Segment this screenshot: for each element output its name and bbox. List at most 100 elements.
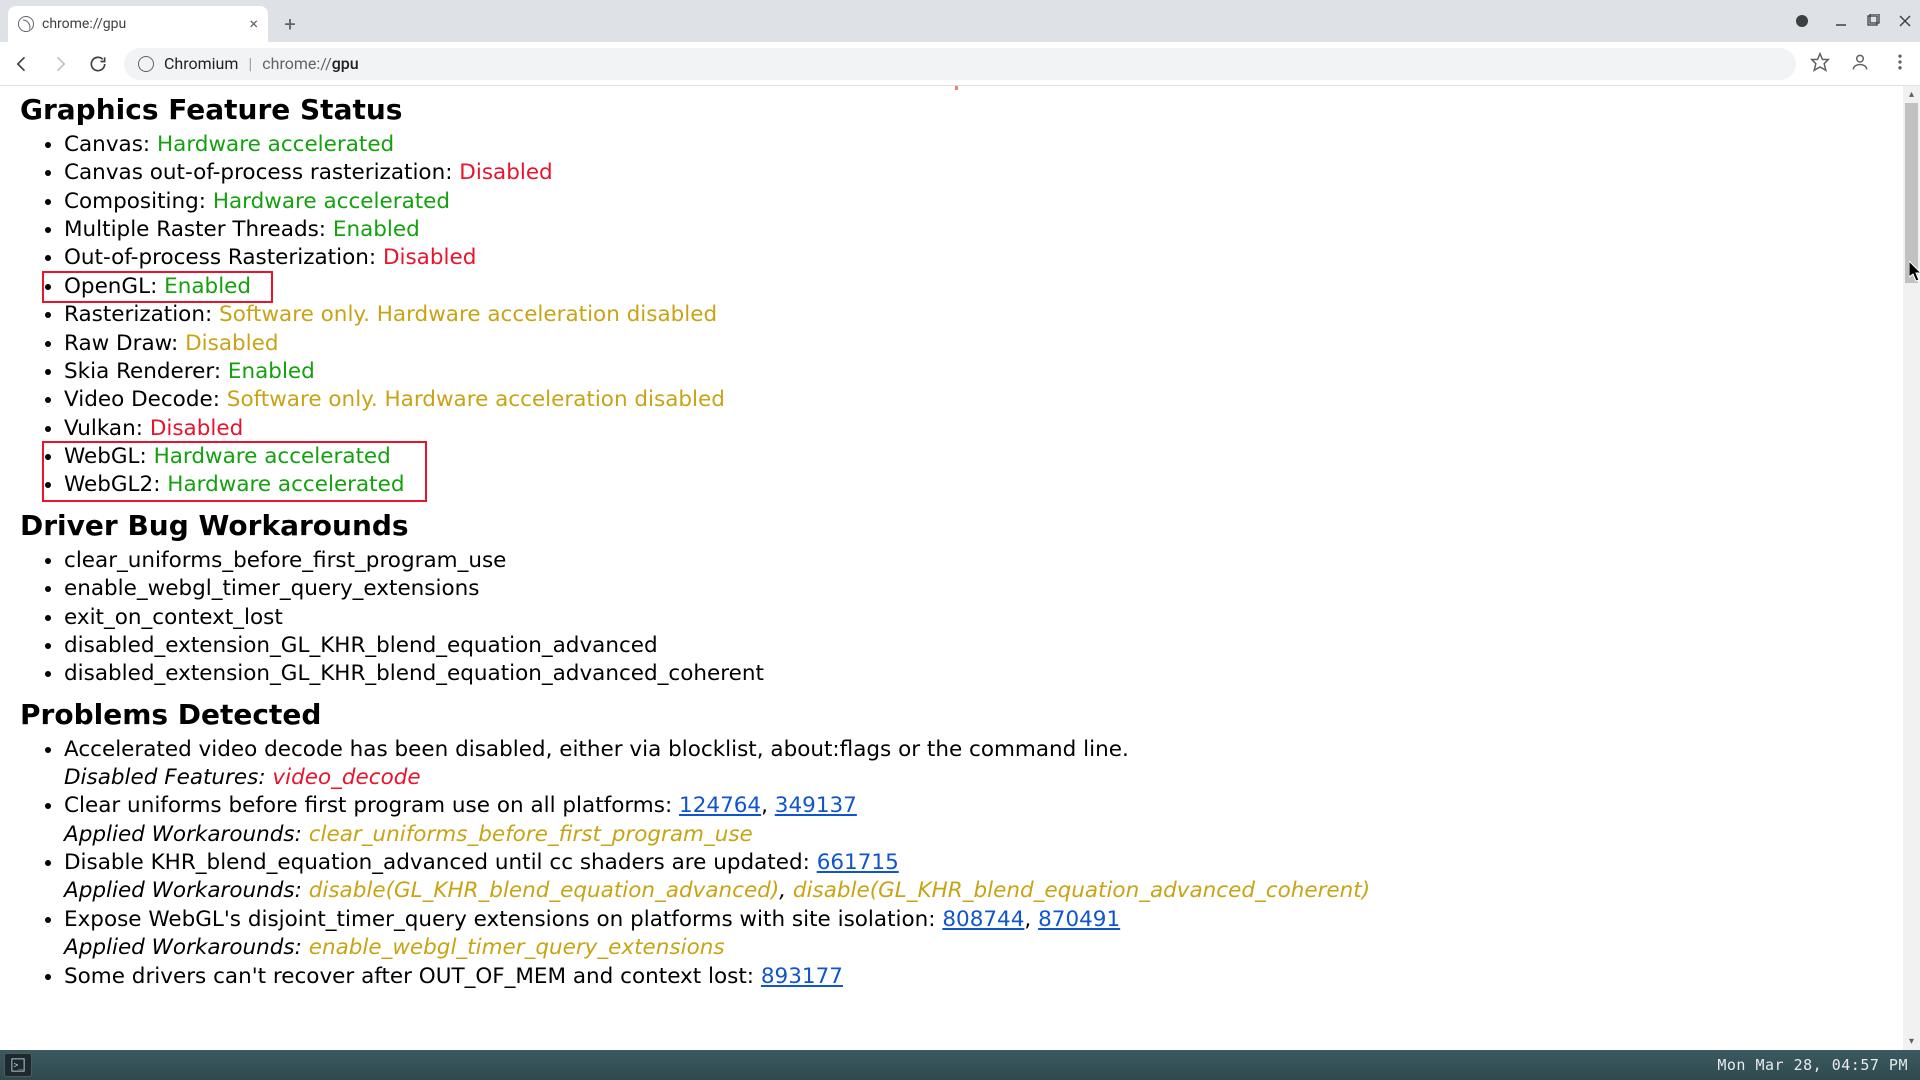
feature-status: Disabled [383,245,476,270]
bug-link[interactable]: 661715 [817,850,899,875]
feature-label: OpenGL: [64,274,164,299]
problem-note-value: disable(GL_KHR_blend_equation_advanced),… [309,878,1370,903]
feature-label: WebGL: [64,444,154,469]
heading-problems-detected: Problems Detected [20,697,1900,734]
feature-status: Hardware accelerated [167,472,404,497]
feature-item: WebGL2: Hardware accelerated [64,471,1900,499]
problem-note-label: Disabled Features: [64,765,272,790]
profile-indicator-icon[interactable] [1796,15,1808,27]
tab-bar: chrome://gpu × + [0,0,1920,42]
feature-label: Compositing: [64,189,213,214]
workaround-item: disabled_extension_GL_KHR_blend_equation… [64,660,1900,688]
desktop-taskbar: >_ Mon Mar 28, 04:57 PM [0,1050,1920,1080]
feature-item: Out-of-process Rasterization: Disabled [64,244,1900,272]
feature-status: Hardware accelerated [154,444,391,469]
bug-link[interactable]: 349137 [775,793,857,818]
problem-note-value: clear_uniforms_before_first_program_use [309,822,753,847]
feature-label: Skia Renderer: [64,359,228,384]
site-info-icon[interactable] [138,56,154,72]
feature-status: Hardware accelerated [213,189,450,214]
workaround-item: enable_webgl_timer_query_extensions [64,575,1900,603]
kebab-menu-icon[interactable] [1890,52,1910,76]
reload-button[interactable] [86,52,110,76]
new-tab-button[interactable]: + [276,10,304,38]
taskbar-clock[interactable]: Mon Mar 28, 04:57 PM [1717,1056,1908,1074]
minimize-button[interactable] [1834,14,1848,28]
problem-item: Expose WebGL's disjoint_timer_query exte… [64,906,1900,963]
feature-label: Out-of-process Rasterization: [64,245,383,270]
feature-label: Vulkan: [64,416,150,441]
heading-driver-bug-workarounds: Driver Bug Workarounds [20,508,1900,545]
problem-item: Some drivers can't recover after OUT_OF_… [64,963,1900,991]
feature-label: Video Decode: [64,387,227,412]
problem-item: Accelerated video decode has been disabl… [64,736,1900,793]
heading-graphics-feature-status: Graphics Feature Status [20,92,1900,129]
feature-item: OpenGL: Enabled [64,273,1900,301]
svg-text:>_: >_ [14,1061,24,1070]
workaround-item: clear_uniforms_before_first_program_use [64,547,1900,575]
close-window-button[interactable] [1898,14,1912,28]
globe-icon [18,16,34,32]
vertical-scrollbar[interactable]: ▴ ▾ [1903,86,1920,1050]
problem-note-value: enable_webgl_timer_query_extensions [309,935,725,960]
problem-description: Disable KHR_blend_equation_advanced unti… [64,850,817,875]
feature-label: Canvas: [64,132,157,157]
problems-list: Accelerated video decode has been disabl… [20,736,1900,991]
problem-note-label: Applied Workarounds: [64,935,309,960]
problem-note-value: video_decode [272,765,420,790]
back-button[interactable] [10,52,34,76]
feature-label: Raw Draw: [64,331,185,356]
bug-link[interactable]: 808744 [942,907,1024,932]
maximize-button[interactable] [1866,14,1880,28]
page-content: Graphics Feature Status Canvas: Hardware… [0,86,1920,1050]
feature-status: Disabled [150,416,243,441]
feature-status: Disabled [185,331,278,356]
bug-link[interactable]: 124764 [679,793,761,818]
url-origin: Chromium [164,54,238,73]
problem-description: Accelerated video decode has been disabl… [64,737,1129,762]
forward-button[interactable] [48,52,72,76]
problem-description: Clear uniforms before first program use … [64,793,679,818]
scroll-down-arrow-icon[interactable]: ▾ [1903,1033,1920,1050]
tab-title: chrome://gpu [42,16,126,32]
feature-label: Multiple Raster Threads: [64,217,333,242]
feature-status: Enabled [164,274,251,299]
url-text: chrome://gpu [262,54,358,73]
problem-description: Expose WebGL's disjoint_timer_query exte… [64,907,942,932]
feature-item: Canvas: Hardware accelerated [64,131,1900,159]
problem-note-label: Applied Workarounds: [64,822,309,847]
feature-item: Canvas out-of-process rasterization: Dis… [64,159,1900,187]
bug-link[interactable]: 870491 [1038,907,1120,932]
feature-item: Video Decode: Software only. Hardware ac… [64,386,1900,414]
feature-label: Canvas out-of-process rasterization: [64,160,459,185]
feature-status: Enabled [228,359,315,384]
feature-list: Canvas: Hardware acceleratedCanvas out-o… [20,131,1900,500]
window-controls [1796,0,1912,42]
feature-item: Compositing: Hardware accelerated [64,188,1900,216]
feature-status: Disabled [459,160,552,185]
scroll-thumb[interactable] [1905,103,1918,283]
scroll-up-arrow-icon[interactable]: ▴ [1903,86,1920,103]
tab-close-button[interactable]: × [249,16,258,32]
workaround-list: clear_uniforms_before_first_program_usee… [20,547,1900,689]
feature-item: Vulkan: Disabled [64,415,1900,443]
problem-item: Clear uniforms before first program use … [64,792,1900,849]
bug-link[interactable]: 893177 [761,964,843,989]
workaround-item: exit_on_context_lost [64,604,1900,632]
address-bar[interactable]: Chromium | chrome://gpu [124,48,1796,80]
feature-item: Skia Renderer: Enabled [64,358,1900,386]
bookmark-star-icon[interactable] [1810,52,1830,76]
feature-item: Multiple Raster Threads: Enabled [64,216,1900,244]
feature-label: Rasterization: [64,302,219,327]
feature-status: Hardware accelerated [157,132,394,157]
workaround-item: disabled_extension_GL_KHR_blend_equation… [64,632,1900,660]
browser-toolbar: Chromium | chrome://gpu [0,42,1920,86]
feature-item: Rasterization: Software only. Hardware a… [64,301,1900,329]
terminal-launcher-button[interactable]: >_ [4,1053,32,1077]
profile-avatar-icon[interactable] [1850,52,1870,76]
feature-item: WebGL: Hardware accelerated [64,443,1900,471]
feature-item: Raw Draw: Disabled [64,330,1900,358]
url-separator: | [248,54,252,73]
problem-note-label: Applied Workarounds: [64,878,309,903]
browser-tab[interactable]: chrome://gpu × [8,6,268,42]
